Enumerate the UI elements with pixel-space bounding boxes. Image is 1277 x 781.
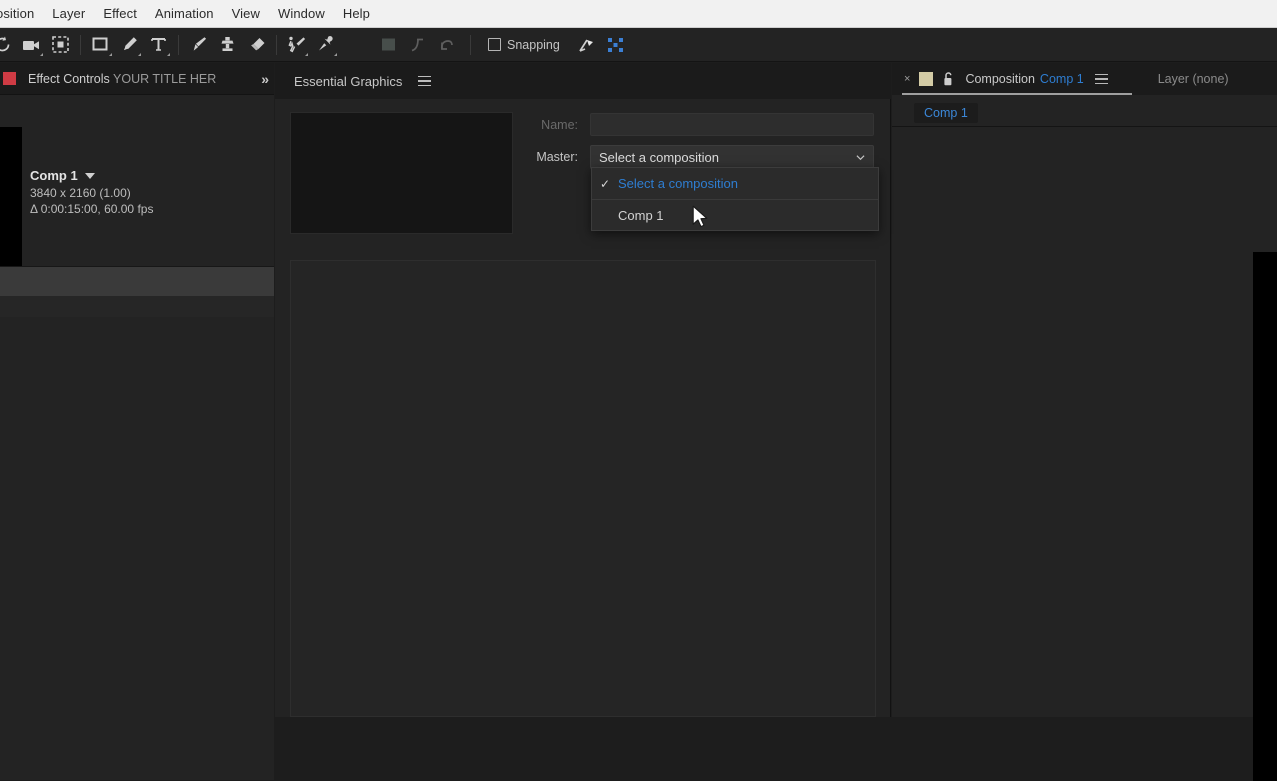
- pen-tool[interactable]: [115, 32, 144, 58]
- hamburger-icon[interactable]: [1094, 73, 1108, 85]
- menu-bar: osition Layer Effect Animation View Wind…: [0, 0, 1277, 28]
- composition-color-indicator: [3, 72, 16, 85]
- effect-controls-tab-label[interactable]: Effect Controls YOUR TITLE HER: [28, 72, 216, 86]
- menu-item-animation[interactable]: Animation: [146, 3, 223, 24]
- composition-thumbnail: [0, 127, 22, 287]
- toolbar-divider: [470, 34, 471, 55]
- composition-tabbar: × Composition Comp 1 Layer (none): [892, 63, 1277, 95]
- undo-arrow-icon[interactable]: [432, 32, 461, 58]
- essential-graphics-panel: Essential Graphics Name: Master: Select …: [275, 63, 891, 717]
- breadcrumb[interactable]: Comp 1: [914, 103, 978, 123]
- menu-item-layer[interactable]: Layer: [43, 3, 94, 24]
- composition-tab-label: Composition: [965, 72, 1035, 86]
- dropdown-item-label: Select a composition: [618, 176, 738, 191]
- comp-dimensions: 3840 x 2160 (1.00): [30, 186, 131, 200]
- snapping-label: Snapping: [507, 37, 560, 52]
- hamburger-icon[interactable]: [418, 75, 432, 87]
- master-selected-value: Select a composition: [599, 149, 719, 165]
- toolbar-divider: [80, 34, 81, 55]
- composition-viewer-area: [892, 127, 1277, 781]
- snapping-toggle[interactable]: Snapping: [480, 32, 568, 58]
- effect-controls-panel: Effect Controls YOUR TITLE HER » Comp 1 …: [0, 63, 274, 780]
- type-tool[interactable]: [144, 32, 173, 58]
- comp-name-label: Comp 1: [30, 168, 78, 183]
- expand-panels-icon[interactable]: »: [261, 71, 269, 87]
- snap-guide-icon[interactable]: [572, 32, 601, 58]
- eraser-tool[interactable]: [242, 32, 271, 58]
- menu-item-window[interactable]: Window: [269, 3, 334, 24]
- breadcrumb-item-comp-1: Comp 1: [924, 106, 968, 120]
- brush-tool[interactable]: [184, 32, 213, 58]
- dropdown-item-label: Comp 1: [618, 208, 664, 223]
- effect-controls-tab-primary: Effect Controls: [28, 71, 110, 86]
- snapping-checkbox[interactable]: [488, 38, 501, 51]
- tool-bar: Snapping: [0, 28, 1277, 62]
- close-icon[interactable]: ×: [904, 73, 910, 85]
- clone-stamp-tool[interactable]: [213, 32, 242, 58]
- effect-controls-tab-secondary: YOUR TITLE HER: [113, 71, 217, 86]
- transform-handles-icon[interactable]: [601, 32, 630, 58]
- master-label: Master:: [536, 150, 578, 164]
- menu-item-view[interactable]: View: [223, 3, 269, 24]
- dropdown-item-select-a-composition[interactable]: ✓ Select a composition: [592, 168, 878, 199]
- master-field-row: Master: Select a composition: [525, 145, 874, 169]
- name-label: Name:: [541, 117, 578, 132]
- composition-tab-name: Comp 1: [1039, 72, 1084, 86]
- roto-brush-tool[interactable]: [282, 32, 311, 58]
- camera-tool[interactable]: [17, 32, 46, 58]
- viewer-black-region: [1253, 252, 1277, 781]
- name-input[interactable]: [590, 113, 874, 136]
- chevron-down-icon: [856, 155, 865, 161]
- essential-graphics-tabbar: Essential Graphics: [275, 63, 891, 99]
- shape-tool[interactable]: [86, 32, 115, 58]
- graph-editor-tool[interactable]: [374, 32, 403, 58]
- active-tab-underline: [902, 93, 1132, 95]
- check-icon: ✓: [600, 176, 611, 191]
- effect-controls-tabbar: Effect Controls YOUR TITLE HER »: [0, 63, 274, 95]
- chevron-down-icon[interactable]: [84, 172, 95, 179]
- effect-controls-lower-empty: [0, 317, 274, 780]
- name-field-row: Name:: [525, 113, 874, 136]
- master-composition-select[interactable]: Select a composition: [590, 145, 874, 169]
- effect-controls-comp-name[interactable]: Comp 1: [30, 168, 95, 183]
- rotation-tool[interactable]: [0, 32, 17, 58]
- menu-item-composition[interactable]: osition: [0, 3, 43, 24]
- composition-panel: × Composition Comp 1 Layer (none) Comp 1: [892, 63, 1277, 781]
- horizontal-scroll-row: [0, 296, 274, 549]
- master-composition-dropdown: ✓ Select a composition Comp 1: [591, 167, 879, 231]
- anchor-point-tool[interactable]: [403, 32, 432, 58]
- tab-layer[interactable]: Layer (none): [1158, 72, 1229, 86]
- region-of-interest-tool[interactable]: [46, 32, 75, 58]
- puppet-pin-tool[interactable]: [311, 32, 340, 58]
- menu-item-help[interactable]: Help: [334, 3, 379, 24]
- essential-graphics-tab-label[interactable]: Essential Graphics: [294, 74, 402, 89]
- lock-open-icon[interactable]: [943, 72, 954, 86]
- graphics-preview-thumbnail: [290, 112, 513, 234]
- graphics-properties-area: [290, 260, 876, 717]
- effect-controls-body: Comp 1 3840 x 2160 (1.00) Δ 0:00:15:00, …: [0, 95, 274, 295]
- toolbar-divider: [276, 34, 277, 55]
- comp-duration: Δ 0:00:15:00, 60.00 fps: [30, 202, 154, 216]
- menu-item-effect[interactable]: Effect: [94, 3, 146, 24]
- dropdown-item-comp-1[interactable]: Comp 1: [592, 200, 878, 231]
- composition-color-swatch: [919, 72, 934, 86]
- toolbar-divider: [178, 34, 179, 55]
- timeline-header-strip: [0, 266, 274, 296]
